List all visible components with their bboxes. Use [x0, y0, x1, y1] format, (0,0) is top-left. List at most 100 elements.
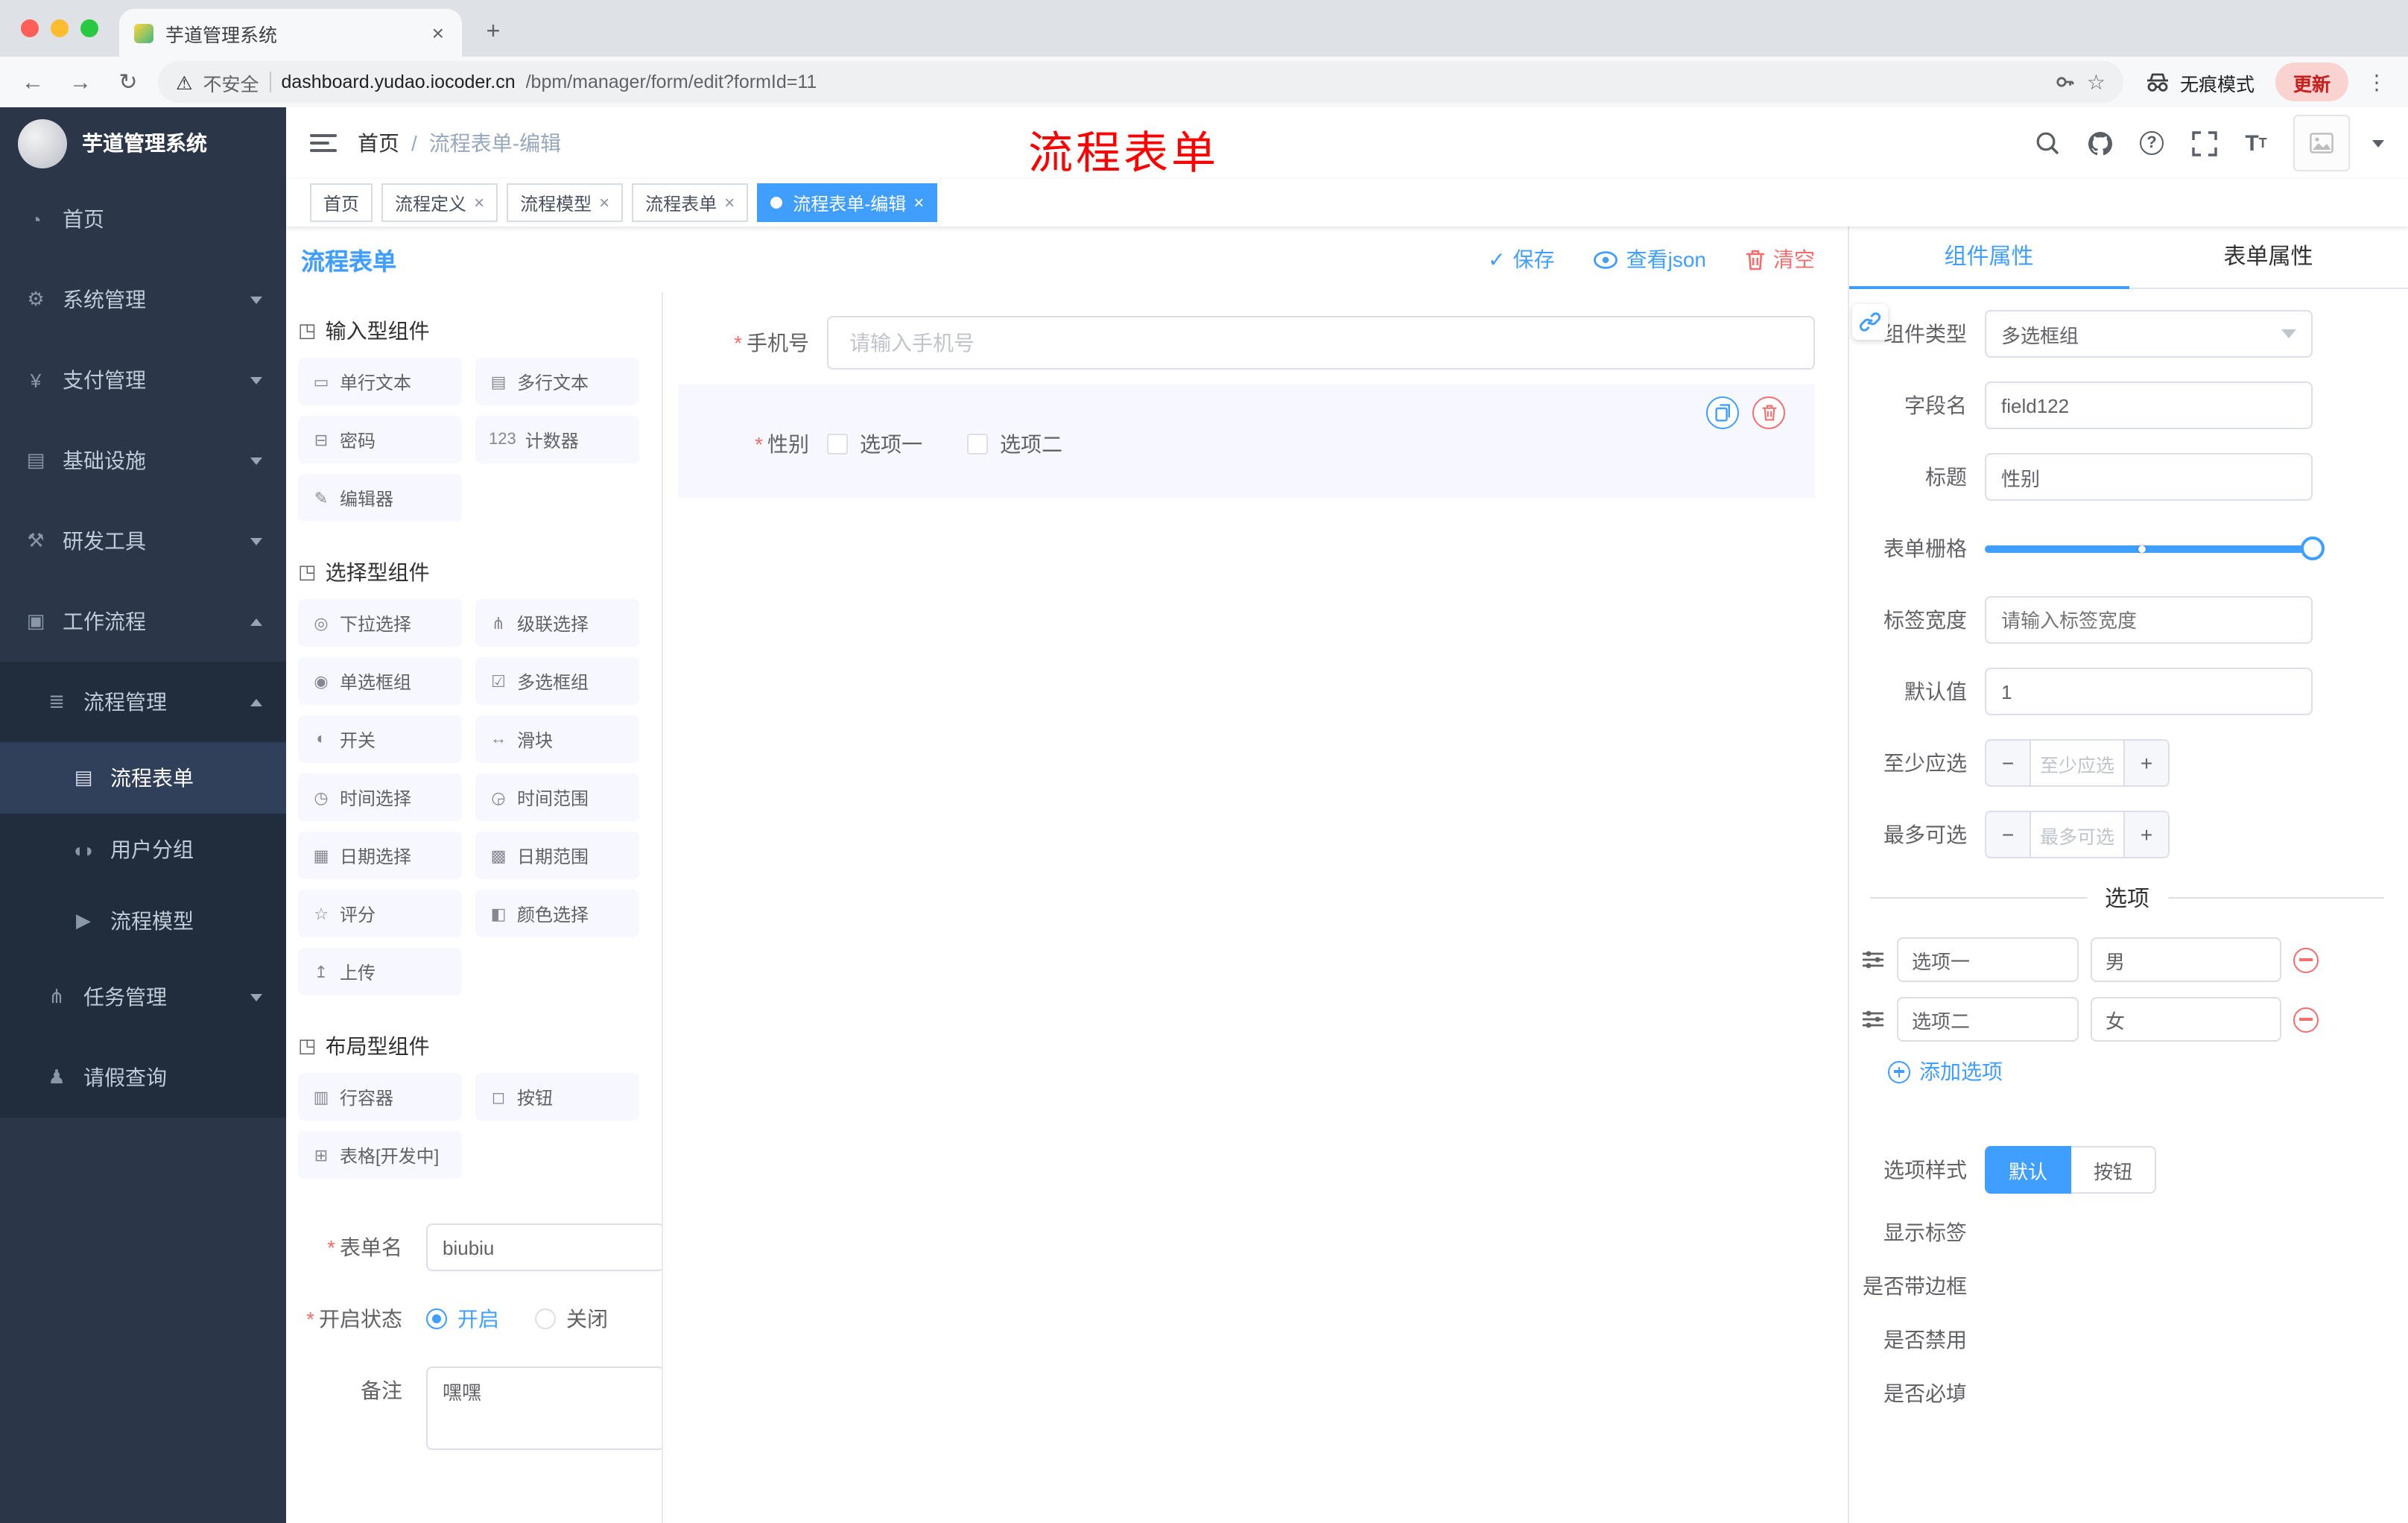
add-option-button[interactable]: 添加选项 [1888, 1057, 2408, 1086]
remark-textarea[interactable]: 嘿嘿 [426, 1367, 662, 1450]
browser-update-button[interactable]: 更新 [2275, 63, 2348, 101]
new-tab-button[interactable] [474, 13, 513, 52]
palette-item[interactable]: ▥ 行容器 [298, 1073, 462, 1121]
tab-component-props[interactable]: 组件属性 [1849, 227, 2129, 289]
title-input[interactable] [1985, 453, 2313, 501]
palette-item[interactable]: ↥ 上传 [298, 948, 462, 995]
sidebar-item-workflow[interactable]: ▣ 工作流程 [0, 581, 286, 662]
search-icon[interactable] [2032, 128, 2062, 158]
decrease-button[interactable]: − [1986, 741, 2031, 785]
palette-item[interactable]: ◐ 开关 [298, 715, 462, 763]
forward-button[interactable] [63, 64, 98, 100]
sidebar-item-payment-management[interactable]: ¥ 支付管理 [0, 340, 286, 420]
palette-item[interactable]: ◶ 时间范围 [475, 773, 639, 821]
back-button[interactable] [15, 64, 51, 100]
status-off-radio[interactable]: 关闭 [535, 1304, 608, 1334]
help-icon[interactable]: ? [2137, 128, 2167, 158]
clear-button[interactable]: 清空 [1745, 244, 1815, 274]
breadcrumb-home[interactable]: 首页 [358, 128, 399, 158]
grid-slider[interactable] [1985, 525, 2325, 572]
palette-item[interactable]: ◎ 下拉选择 [298, 599, 462, 647]
copy-component-button[interactable] [1706, 396, 1739, 429]
palette-item[interactable]: ⊟ 密码 [298, 416, 462, 463]
max-select-value[interactable]: 最多可选 [2031, 812, 2123, 857]
browser-menu-icon[interactable] [2360, 69, 2393, 95]
option-value-input[interactable] [2091, 997, 2281, 1042]
min-select-value[interactable]: 至少应选 [2031, 741, 2123, 785]
palette-item[interactable]: ◻ 按钮 [475, 1073, 639, 1121]
palette-item[interactable]: 123 计数器 [475, 416, 639, 463]
bookmark-star-icon[interactable] [2087, 69, 2106, 95]
remove-option-button[interactable] [2293, 947, 2319, 972]
gender-option2-checkbox[interactable]: 选项二 [967, 429, 1062, 459]
palette-item[interactable]: ▩ 日期范围 [475, 832, 639, 879]
avatar[interactable] [2293, 115, 2350, 171]
tag-close-icon[interactable] [599, 192, 609, 213]
sidebar-item-dev-tools[interactable]: ⚒ 研发工具 [0, 501, 286, 581]
tag-process-form-edit[interactable]: 流程表单-编辑 [757, 183, 938, 222]
palette-item[interactable]: ⋔ 级联选择 [475, 599, 639, 647]
browser-tab[interactable]: 芋道管理系统 [119, 9, 462, 57]
drag-handle-icon[interactable] [1861, 949, 1885, 970]
close-window-button[interactable] [21, 19, 39, 37]
phone-field-row[interactable]: 手机号 [678, 316, 1815, 370]
view-json-button[interactable]: 查看json [1594, 244, 1706, 274]
tab-close-icon[interactable] [429, 21, 447, 45]
fullscreen-icon[interactable] [2189, 128, 2219, 158]
style-button-button[interactable]: 按钮 [2071, 1146, 2157, 1194]
increase-button[interactable]: + [2123, 741, 2168, 785]
increase-button[interactable]: + [2123, 812, 2168, 857]
sidebar-item-leave-query[interactable]: ♟ 请假查询 [0, 1037, 286, 1118]
palette-item[interactable]: ◧ 颜色选择 [475, 890, 639, 937]
maximize-window-button[interactable] [80, 19, 98, 37]
option-name-input[interactable] [1897, 937, 2079, 982]
avatar-caret-icon[interactable] [2372, 139, 2384, 147]
decrease-button[interactable]: − [1986, 812, 2031, 857]
option-name-input[interactable] [1897, 997, 2079, 1042]
remove-option-button[interactable] [2293, 1007, 2319, 1032]
password-key-icon[interactable] [2056, 72, 2076, 92]
sidebar-item-home[interactable]: ◔ 首页 [0, 179, 286, 259]
tag-process-form[interactable]: 流程表单 [632, 183, 749, 222]
slider-handle[interactable] [2301, 536, 2325, 560]
phone-input[interactable] [827, 316, 1815, 370]
sidebar-item-task-management[interactable]: ⋔ 任务管理 [0, 957, 286, 1037]
tag-close-icon[interactable] [913, 192, 924, 213]
sidebar-item-process-model[interactable]: ▶ 流程模型 [0, 885, 286, 957]
hamburger-icon[interactable] [310, 134, 337, 152]
palette-item[interactable]: ▤ 多行文本 [475, 358, 639, 405]
palette-item[interactable]: ✎ 编辑器 [298, 474, 462, 522]
palette-item[interactable]: ▦ 日期选择 [298, 832, 462, 879]
field-name-input[interactable] [1985, 381, 2313, 429]
style-default-button[interactable]: 默认 [1985, 1146, 2072, 1194]
default-value-input[interactable] [1985, 668, 2313, 715]
option-value-input[interactable] [2091, 937, 2281, 982]
tag-process-definition[interactable]: 流程定义 [381, 183, 498, 222]
status-on-radio[interactable]: 开启 [426, 1304, 499, 1334]
link-icon[interactable] [1852, 304, 1888, 340]
palette-item[interactable]: ⊞ 表格[开发中] [298, 1131, 462, 1179]
sidebar-item-user-group[interactable]: ◖◗ 用户分组 [0, 814, 286, 885]
palette-item[interactable]: ↔ 滑块 [475, 715, 639, 763]
drag-handle-icon[interactable] [1861, 1009, 1885, 1030]
github-icon[interactable] [2085, 128, 2114, 158]
component-type-select[interactable]: 多选框组 [1985, 310, 2313, 358]
form-name-input[interactable] [426, 1223, 662, 1271]
palette-item[interactable]: ☑ 多选框组 [475, 657, 639, 705]
address-bar[interactable]: 不安全 dashboard.yudao.iocoder.cn /bpm/mana… [158, 61, 2123, 103]
minimize-window-button[interactable] [51, 19, 69, 37]
tag-width-input[interactable] [1985, 596, 2313, 644]
tag-process-model[interactable]: 流程模型 [507, 183, 624, 222]
sidebar-item-system-management[interactable]: ⚙ 系统管理 [0, 259, 286, 340]
gender-option1-checkbox[interactable]: 选项一 [827, 429, 922, 459]
tag-home[interactable]: 首页 [310, 183, 373, 222]
sidebar-item-process-management[interactable]: ≣ 流程管理 [0, 662, 286, 742]
font-size-icon[interactable]: TT [2241, 128, 2271, 158]
palette-item[interactable]: ◉ 单选框组 [298, 657, 462, 705]
tag-close-icon[interactable] [724, 192, 735, 213]
palette-item[interactable]: ◷ 时间选择 [298, 773, 462, 821]
sidebar-item-infrastructure[interactable]: ▤ 基础设施 [0, 420, 286, 501]
palette-item[interactable]: ▭ 单行文本 [298, 358, 462, 405]
reload-button[interactable] [110, 64, 146, 100]
palette-item[interactable]: ☆ 评分 [298, 890, 462, 937]
